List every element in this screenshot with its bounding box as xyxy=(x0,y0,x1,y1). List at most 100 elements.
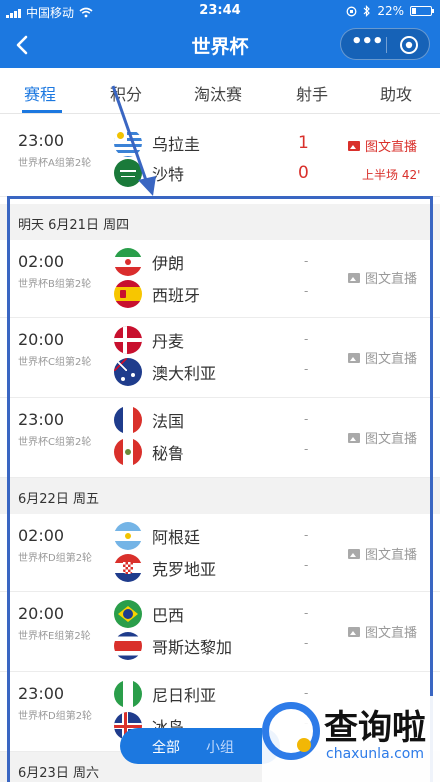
match-time: 20:00 xyxy=(18,604,65,623)
costa-rica-flag-icon xyxy=(114,632,142,660)
home-score: 1 xyxy=(298,133,309,153)
live-text-label: 图文直播 xyxy=(365,626,418,641)
home-team: 阿根廷 xyxy=(114,522,200,550)
iran-flag-icon xyxy=(114,248,142,276)
home-team-name: 尼日利亚 xyxy=(152,686,217,705)
capsule-divider xyxy=(386,37,387,53)
home-score: - xyxy=(304,254,309,268)
watermark-logo: 查询啦 chaxunla.com xyxy=(262,696,440,782)
away-score: - xyxy=(304,442,309,456)
nav-bar: 世界杯 ••• xyxy=(0,22,440,68)
more-options-icon[interactable]: ••• xyxy=(351,33,384,55)
home-team-name: 法国 xyxy=(152,412,185,431)
live-text-button[interactable]: 图文直播 xyxy=(348,622,417,641)
uruguay-flag-icon xyxy=(114,129,142,157)
filter-group[interactable]: 小组 xyxy=(206,737,234,757)
tab-knockout[interactable]: 淘汰赛 xyxy=(194,81,242,105)
saudi-arabia-flag-icon xyxy=(114,159,142,187)
home-team: 乌拉圭 xyxy=(114,129,200,157)
watermark-domain: chaxunla.com xyxy=(326,746,424,762)
live-text-label: 图文直播 xyxy=(365,352,418,367)
match-group: 世界杯E组第2轮 xyxy=(18,631,91,642)
tab-schedule[interactable]: 赛程 xyxy=(24,81,56,105)
away-score: - xyxy=(304,362,309,376)
home-score: - xyxy=(304,412,309,426)
watermark-text: 查询啦 xyxy=(324,708,426,748)
match-row-live[interactable]: 23:00 世界杯A组第2轮 乌拉圭 沙特 1 0 图文直播 上半场 42' xyxy=(0,115,440,197)
away-team: 澳大利亚 xyxy=(114,358,216,386)
match-row[interactable]: 20:00 世界杯C组第2轮 丹麦 澳大利亚 - - 图文直播 xyxy=(0,318,440,398)
date-header: 6月22日 周五 xyxy=(0,478,440,514)
active-tab-indicator xyxy=(22,110,62,113)
away-team-name: 澳大利亚 xyxy=(152,364,217,383)
live-text-label: 图文直播 xyxy=(365,432,418,447)
brazil-flag-icon xyxy=(114,600,142,628)
match-row[interactable]: 02:00 世界杯D组第2轮 阿根廷 克罗地亚 - - 图文直播 xyxy=(0,514,440,592)
match-time: 23:00 xyxy=(18,131,65,150)
filter-all[interactable]: 全部 xyxy=(152,737,180,757)
away-score: - xyxy=(304,558,309,572)
image-icon xyxy=(348,432,360,443)
away-team-name: 西班牙 xyxy=(152,286,201,305)
tab-standings[interactable]: 积分 xyxy=(110,81,142,105)
match-row[interactable]: 02:00 世界杯B组第2轮 伊朗 西班牙 - - 图文直播 xyxy=(0,240,440,318)
live-text-label: 图文直播 xyxy=(365,140,418,155)
image-icon xyxy=(348,352,360,363)
away-score: - xyxy=(304,284,309,298)
peru-flag-icon xyxy=(114,438,142,466)
bluetooth-icon xyxy=(363,5,371,17)
image-icon xyxy=(348,272,360,283)
match-group: 世界杯A组第2轮 xyxy=(18,158,92,169)
magnifier-logo-icon xyxy=(262,702,320,760)
match-time: 20:00 xyxy=(18,330,65,349)
match-status: 上半场 42' xyxy=(362,168,421,182)
tab-bar: 赛程 积分 淘汰赛 射手 助攻 xyxy=(0,68,440,114)
live-text-button[interactable]: 图文直播 xyxy=(348,428,417,447)
away-team: 沙特 xyxy=(114,159,184,187)
match-group: 世界杯D组第2轮 xyxy=(18,553,93,564)
home-score: - xyxy=(304,528,309,542)
live-text-button[interactable]: 图文直播 xyxy=(348,544,417,563)
home-team-name: 乌拉圭 xyxy=(152,135,201,154)
denmark-flag-icon xyxy=(114,326,142,354)
close-mini-program-icon[interactable] xyxy=(399,35,419,55)
match-group: 世界杯C组第2轮 xyxy=(18,357,92,368)
live-text-label: 图文直播 xyxy=(365,272,418,287)
home-team: 法国 xyxy=(114,406,184,434)
match-row[interactable]: 23:00 世界杯C组第2轮 法国 秘鲁 - - 图文直播 xyxy=(0,398,440,478)
home-team: 伊朗 xyxy=(114,248,184,276)
home-team-name: 巴西 xyxy=(152,606,185,625)
tab-assists[interactable]: 助攻 xyxy=(380,81,412,105)
away-team-name: 哥斯达黎加 xyxy=(152,638,233,657)
tab-scorers[interactable]: 射手 xyxy=(296,81,328,105)
match-group: 世界杯D组第2轮 xyxy=(18,711,93,722)
home-team: 丹麦 xyxy=(114,326,184,354)
live-text-button[interactable]: 图文直播 xyxy=(348,268,417,287)
croatia-flag-icon xyxy=(114,554,142,582)
away-team: 哥斯达黎加 xyxy=(114,632,232,660)
logo-dot xyxy=(297,738,311,752)
home-team: 巴西 xyxy=(114,600,184,628)
home-score: - xyxy=(304,606,309,620)
home-team-name: 阿根廷 xyxy=(152,528,201,547)
nigeria-flag-icon xyxy=(114,680,142,708)
home-team-name: 丹麦 xyxy=(152,332,185,351)
live-text-button[interactable]: 图文直播 xyxy=(348,136,417,155)
orientation-lock-icon xyxy=(346,6,357,16)
australia-flag-icon xyxy=(114,358,142,386)
match-time: 02:00 xyxy=(18,526,65,545)
away-score: 0 xyxy=(298,163,309,183)
match-row[interactable]: 20:00 世界杯E组第2轮 巴西 哥斯达黎加 - - 图文直播 xyxy=(0,592,440,672)
away-team-name: 秘鲁 xyxy=(152,444,185,463)
battery-percent: 22% xyxy=(377,4,404,18)
match-time: 23:00 xyxy=(18,410,65,429)
argentina-flag-icon xyxy=(114,522,142,550)
home-team: 尼日利亚 xyxy=(114,680,216,708)
live-text-button[interactable]: 图文直播 xyxy=(348,348,417,367)
match-group: 世界杯C组第2轮 xyxy=(18,437,92,448)
away-team: 秘鲁 xyxy=(114,438,184,466)
image-icon xyxy=(348,548,360,559)
france-flag-icon xyxy=(114,406,142,434)
away-team-name: 克罗地亚 xyxy=(152,560,217,579)
live-text-label: 图文直播 xyxy=(365,548,418,563)
